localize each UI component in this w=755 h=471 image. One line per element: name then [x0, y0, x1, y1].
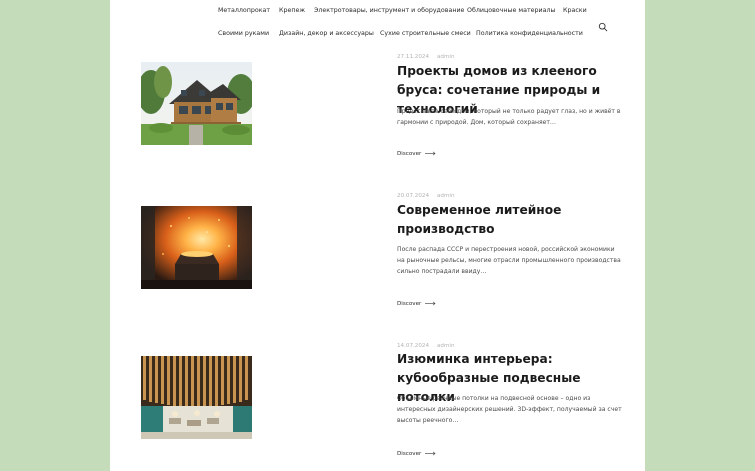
post-date: 14.07.2024: [397, 343, 430, 349]
nav-item-oblitsovochnye[interactable]: Облицовочные материалы: [467, 7, 555, 15]
arrow-right-icon: [425, 301, 436, 306]
discover-link[interactable]: Discover: [397, 451, 436, 457]
post-date: 27.11.2024: [397, 54, 430, 60]
discover-label: Discover: [397, 151, 422, 157]
post-card: 20.07.2024 admin Современное литейное пр…: [110, 190, 645, 330]
post-excerpt: После распада СССР и перестроения новой,…: [397, 246, 621, 276]
discover-label: Discover: [397, 301, 422, 307]
nav-item-politika[interactable]: Политика конфиденциальности: [476, 30, 583, 38]
post-author[interactable]: admin: [437, 193, 455, 199]
post-author[interactable]: admin: [437, 54, 455, 60]
search-button[interactable]: [598, 17, 608, 32]
post-date: 20.07.2024: [397, 193, 430, 199]
nav-item-sukhie-smesi[interactable]: Сухие строительные смеси: [380, 30, 471, 38]
arrow-right-icon: [425, 451, 436, 456]
post-thumbnail[interactable]: [141, 356, 252, 439]
nav-item-svoimi-rukami[interactable]: Своими руками: [218, 30, 269, 38]
post-thumbnail[interactable]: [141, 62, 252, 145]
post-card: 27.11.2024 admin Проекты домов из клеено…: [110, 50, 645, 190]
post-card: 14.07.2024 admin Изюминка интерьера: куб…: [110, 340, 645, 471]
post-excerpt: Представьте себе дом, который не только …: [397, 108, 621, 127]
nav-item-elektrotovary[interactable]: Электротовары, инструмент и оборудование: [314, 7, 464, 15]
post-excerpt: Объемные реечные потолки на подвесной ос…: [397, 395, 622, 425]
post-author[interactable]: admin: [437, 343, 455, 349]
nav-item-dizain-dekor[interactable]: Дизайн, декор и аксессуары: [279, 30, 374, 38]
main-navigation: Металлопрокат Крепеж Электротовары, инст…: [110, 0, 645, 50]
discover-label: Discover: [397, 451, 422, 457]
wooden-house-image: [141, 62, 252, 145]
search-icon: [598, 22, 608, 32]
arrow-right-icon: [425, 151, 436, 156]
post-meta: 27.11.2024 admin: [397, 54, 455, 60]
slatted-ceiling-image: [141, 356, 252, 439]
nav-item-krepezh[interactable]: Крепеж: [279, 7, 305, 15]
post-thumbnail[interactable]: [141, 206, 252, 289]
post-meta: 20.07.2024 admin: [397, 193, 455, 199]
post-meta: 14.07.2024 admin: [397, 343, 455, 349]
page-container: Металлопрокат Крепеж Электротовары, инст…: [110, 0, 645, 471]
nav-item-metalloprokat[interactable]: Металлопрокат: [218, 7, 270, 15]
discover-link[interactable]: Discover: [397, 151, 436, 157]
foundry-image: [141, 206, 252, 289]
discover-link[interactable]: Discover: [397, 301, 436, 307]
post-title[interactable]: Современное литейное производство: [397, 201, 622, 239]
nav-item-kraski[interactable]: Краски: [563, 7, 587, 15]
